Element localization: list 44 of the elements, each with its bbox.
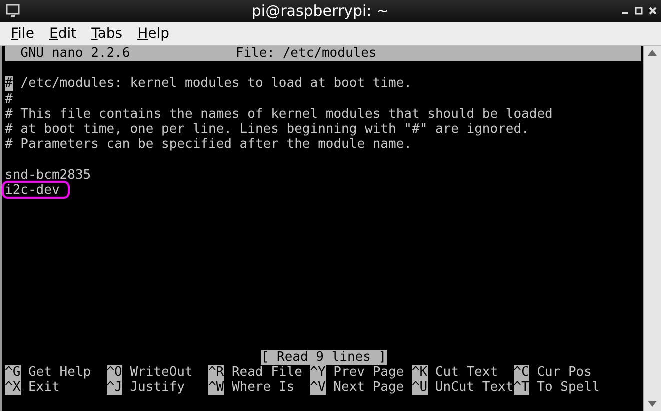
menu-item[interactable]: File [3, 26, 42, 42]
scroll-down-icon[interactable] [648, 401, 657, 407]
menu-item[interactable]: Edit [41, 26, 84, 42]
shortcut-label: Exit [27, 380, 60, 396]
shortcut-key: ^G [5, 365, 21, 380]
shortcut-key: ^C [514, 365, 530, 380]
shortcut-label: WriteOut [129, 365, 193, 380]
code-line: # Parameters can be specified after the module name. [5, 137, 412, 152]
shortcut-key: ^K [412, 365, 428, 380]
code-line: # at boot time, one per line. Lines beginning with "#" are ignored. [5, 122, 530, 137]
code-line: # This file contains the names of kernel modules that should be loaded [5, 106, 553, 122]
shortcut-label: Next Page [332, 380, 404, 396]
close-icon[interactable] [649, 7, 657, 15]
shortcut-key: ^U [412, 380, 428, 396]
code-line: i2c-dev [5, 182, 60, 198]
shortcut-key: ^T [514, 380, 530, 396]
shortcut-key: ^J [106, 380, 122, 396]
shortcut-label: Cur Pos [536, 365, 592, 380]
shortcut-label: Get Help [27, 365, 92, 380]
shortcut-label: Where Is [230, 380, 295, 396]
shortcut-key: ^V [310, 380, 326, 396]
window-title: pi@raspberrypi: ~ [250, 2, 390, 20]
code-line: # [5, 92, 13, 107]
menu-item[interactable]: Help [130, 26, 176, 42]
status-message: [ Read 9 lines ] [261, 350, 387, 366]
shortcut-label: Justify [129, 380, 186, 396]
menu-item[interactable]: Tabs [84, 26, 130, 42]
shortcut-label: To Spell [536, 380, 600, 396]
terminal-icon [6, 4, 20, 18]
code-line: # /etc/modules: kernel modules to load at boot time. [5, 76, 412, 92]
maximize-icon[interactable] [635, 7, 643, 15]
shortcut-key: ^O [106, 365, 122, 380]
shortcut-key: ^X [5, 380, 21, 396]
file-name: File: /etc/modules [236, 46, 377, 62]
editor-version: GNU nano 2.2.6 [20, 46, 130, 62]
shortcut-key: ^Y [310, 365, 326, 380]
code-line: snd-bcm2835 [5, 168, 92, 182]
shortcut-label: Prev Page [332, 365, 404, 380]
shortcut-label: Cut Text [434, 365, 498, 380]
scroll-up-icon[interactable] [648, 50, 657, 56]
shortcut-key: ^R [208, 365, 224, 380]
shortcut-label: Read File [230, 365, 302, 380]
shortcut-key: ^W [208, 380, 224, 396]
shortcut-label: UnCut Text [434, 380, 514, 396]
